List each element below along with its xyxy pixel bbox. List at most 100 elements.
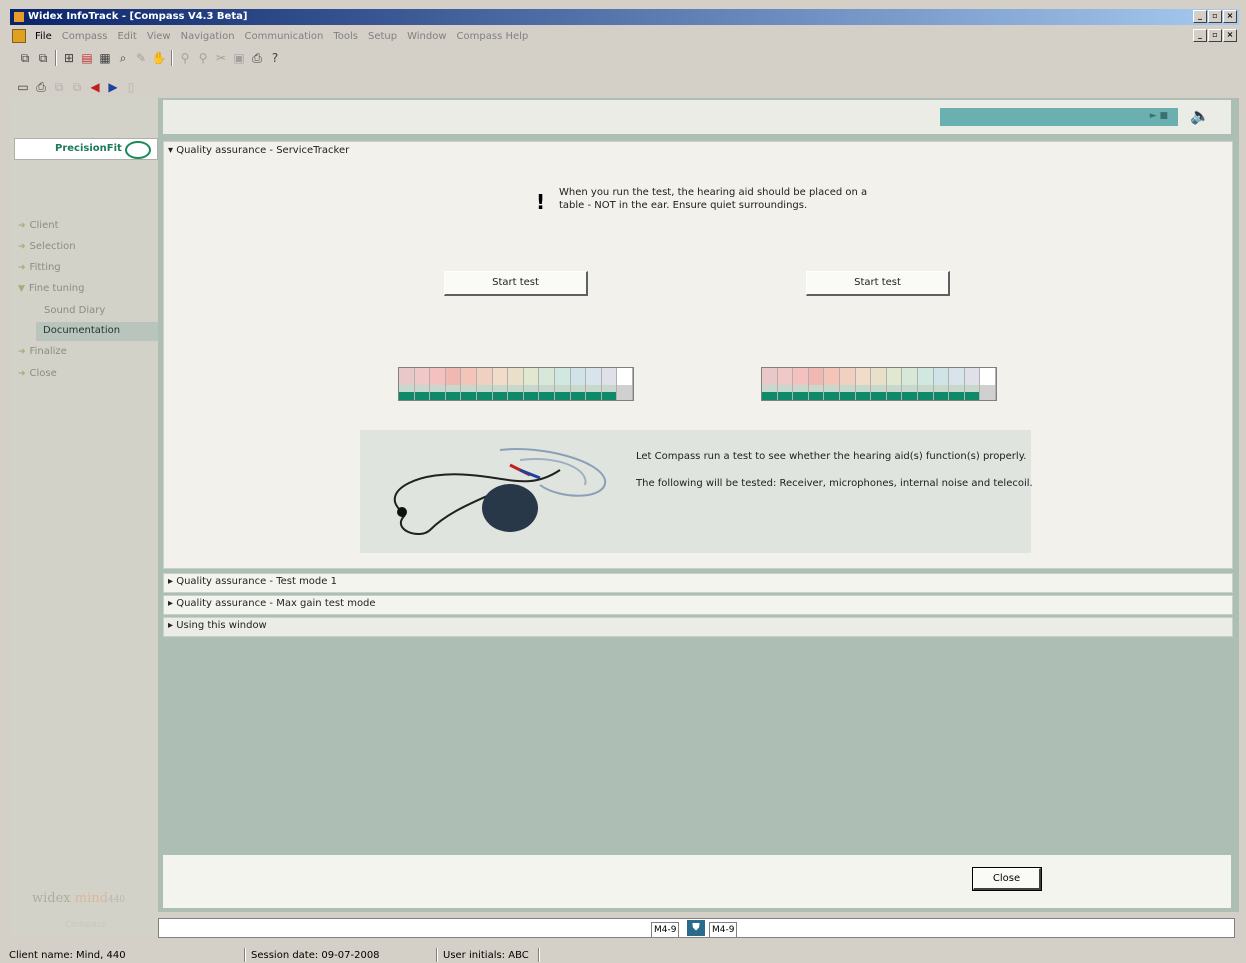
meter-cell [980,368,996,400]
meter-cell [554,368,571,400]
menu-tools[interactable]: Tools [328,31,363,42]
status-bar [0,947,1246,963]
menu-compass-help[interactable]: Compass Help [452,31,534,42]
section-using-window[interactable]: ▸ Using this window [163,617,1233,637]
meter-cell [492,368,509,400]
device-left[interactable]: M4-9 [651,922,680,938]
meter-cell [808,368,825,400]
document-icon[interactable] [12,29,26,43]
mdi-close-button[interactable]: × [1223,29,1237,42]
meter-cell [824,368,840,400]
close-window-button[interactable]: × [1223,10,1237,23]
arrow-down-icon: ▼ [18,283,25,294]
meter-cell [617,368,633,400]
meter-cell [886,368,903,400]
meter-cell [414,368,431,400]
footer-panel [163,855,1231,908]
status-separator [244,948,246,962]
meter-cell [933,368,950,400]
sidebar-item-label: Fitting [29,262,61,273]
minimize-button[interactable]: _ [1193,10,1207,23]
page-icon: ▯ [127,80,135,94]
arrow-right-icon: ➜ [18,346,26,357]
save-icon[interactable]: ▭ [15,79,31,95]
meter-cell [461,368,477,400]
sidebar-item-documentation[interactable]: Documentation [36,322,158,341]
chart-icon[interactable]: ▤ [79,50,95,66]
meter-cell [762,368,778,400]
section-header: ▸ Quality assurance - Max gain test mode [168,598,376,609]
menu-compass[interactable]: Compass [57,31,113,42]
sidebar-item-selection[interactable]: ➜ Selection [18,241,76,252]
precisionfit-logo-icon [125,141,151,159]
section-header[interactable]: ▾ Quality assurance - ServiceTracker [168,145,349,156]
mdi-minimize-button[interactable]: _ [1193,29,1207,42]
start-test-left-button[interactable]: Start test [444,271,588,296]
navigation-bar[interactable]: ► ■ [940,108,1178,126]
menu-edit[interactable]: Edit [112,31,141,42]
arrow-right-icon: ➜ [18,220,26,231]
app-icon [14,12,24,22]
tree-icon[interactable]: ⊞ [61,50,77,66]
section-max-gain[interactable]: ▸ Quality assurance - Max gain test mode [163,595,1233,615]
section-title: Quality assurance - Test mode 1 [176,576,337,587]
hearing-aid-icon[interactable]: ⛊ [687,920,705,936]
sidebar-item-finalize[interactable]: ➜ Finalize [18,346,67,357]
search-window-icon[interactable]: ⌕ [115,50,131,66]
meter-cell [430,368,446,400]
nav-arrows-icon[interactable]: ► ■ [1150,111,1168,121]
speaker-icon[interactable]: 🔈 [1190,106,1210,125]
menu-file[interactable]: File [30,31,57,42]
sidebar-item-client[interactable]: ➜ Client [18,220,59,231]
meter-cell [777,368,794,400]
back-icon[interactable]: ◀ [87,79,103,95]
printer-icon[interactable]: ⎙ [249,50,265,66]
copy-icon[interactable]: ⧉ [17,50,33,66]
help-icon[interactable]: ? [267,50,283,66]
sidebar-item-sound-diary[interactable]: Sound Diary [44,305,105,316]
section-title: Quality assurance - ServiceTracker [176,145,350,156]
menu-communication[interactable]: Communication [240,31,329,42]
mdi-restore-button[interactable]: ▫ [1208,29,1222,42]
sidebar-item-close[interactable]: ➜ Close [18,368,57,379]
meter-cell [508,368,524,400]
sidebar-item-fitting[interactable]: ➜ Fitting [18,262,61,273]
meter-cell [855,368,872,400]
main-toolbar: ⧉ ⧉ ⊞ ▤ ▦ ⌕ ✎ ✋ ⚲ ⚲ ✂ ▣ ⎙ ? [16,47,284,69]
menu-navigation[interactable]: Navigation [176,31,240,42]
device-right[interactable]: M4-9 [709,922,738,938]
status-user: User initials: ABC [443,950,529,961]
title-bar: Widex InfoTrack - [Compass V4.3 Beta] _ … [10,9,1239,25]
section-test-mode[interactable]: ▸ Quality assurance - Test mode 1 [163,573,1233,593]
sidebar-item-label: Finalize [29,346,67,357]
print-icon[interactable]: ⎙ [33,79,49,95]
close-button[interactable]: Close [972,867,1042,891]
meter-cell [917,368,934,400]
menu-window[interactable]: Window [402,31,451,42]
menu-setup[interactable]: Setup [363,31,402,42]
model-number: 440 [107,895,126,905]
widex-brand: widex [32,891,71,906]
info-line-2: The following will be tested: Receiver, … [636,478,1033,489]
sidebar-item-label: Selection [29,241,76,252]
grid-icon[interactable]: ▦ [97,50,113,66]
cut-icon: ✂ [215,51,227,65]
warning-icon: ! [536,190,546,214]
secondary-toolbar: ▭ ⎙ ⧉ ⧉ ◀ ▶ ▯ [14,76,140,98]
hand-icon[interactable]: ✋ [151,50,167,66]
sidebar-item-fine-tuning[interactable]: ▼ Fine tuning [18,283,84,294]
meter-cell [399,368,415,400]
meter-cell [586,368,602,400]
tool-icon[interactable]: ✎ [133,50,149,66]
mind-brand: mind [74,891,108,906]
meter-cell [570,368,587,400]
start-test-right-button[interactable]: Start test [806,271,950,296]
forward-icon[interactable]: ▶ [105,79,121,95]
paste-icon[interactable]: ⧉ [35,50,51,66]
menu-view[interactable]: View [142,31,176,42]
meter-right [761,367,997,401]
arrow-right-icon: ➜ [18,241,26,252]
meter-cell [839,368,856,400]
restore-button[interactable]: ▫ [1208,10,1222,23]
section-header: ▸ Quality assurance - Test mode 1 [168,576,337,587]
